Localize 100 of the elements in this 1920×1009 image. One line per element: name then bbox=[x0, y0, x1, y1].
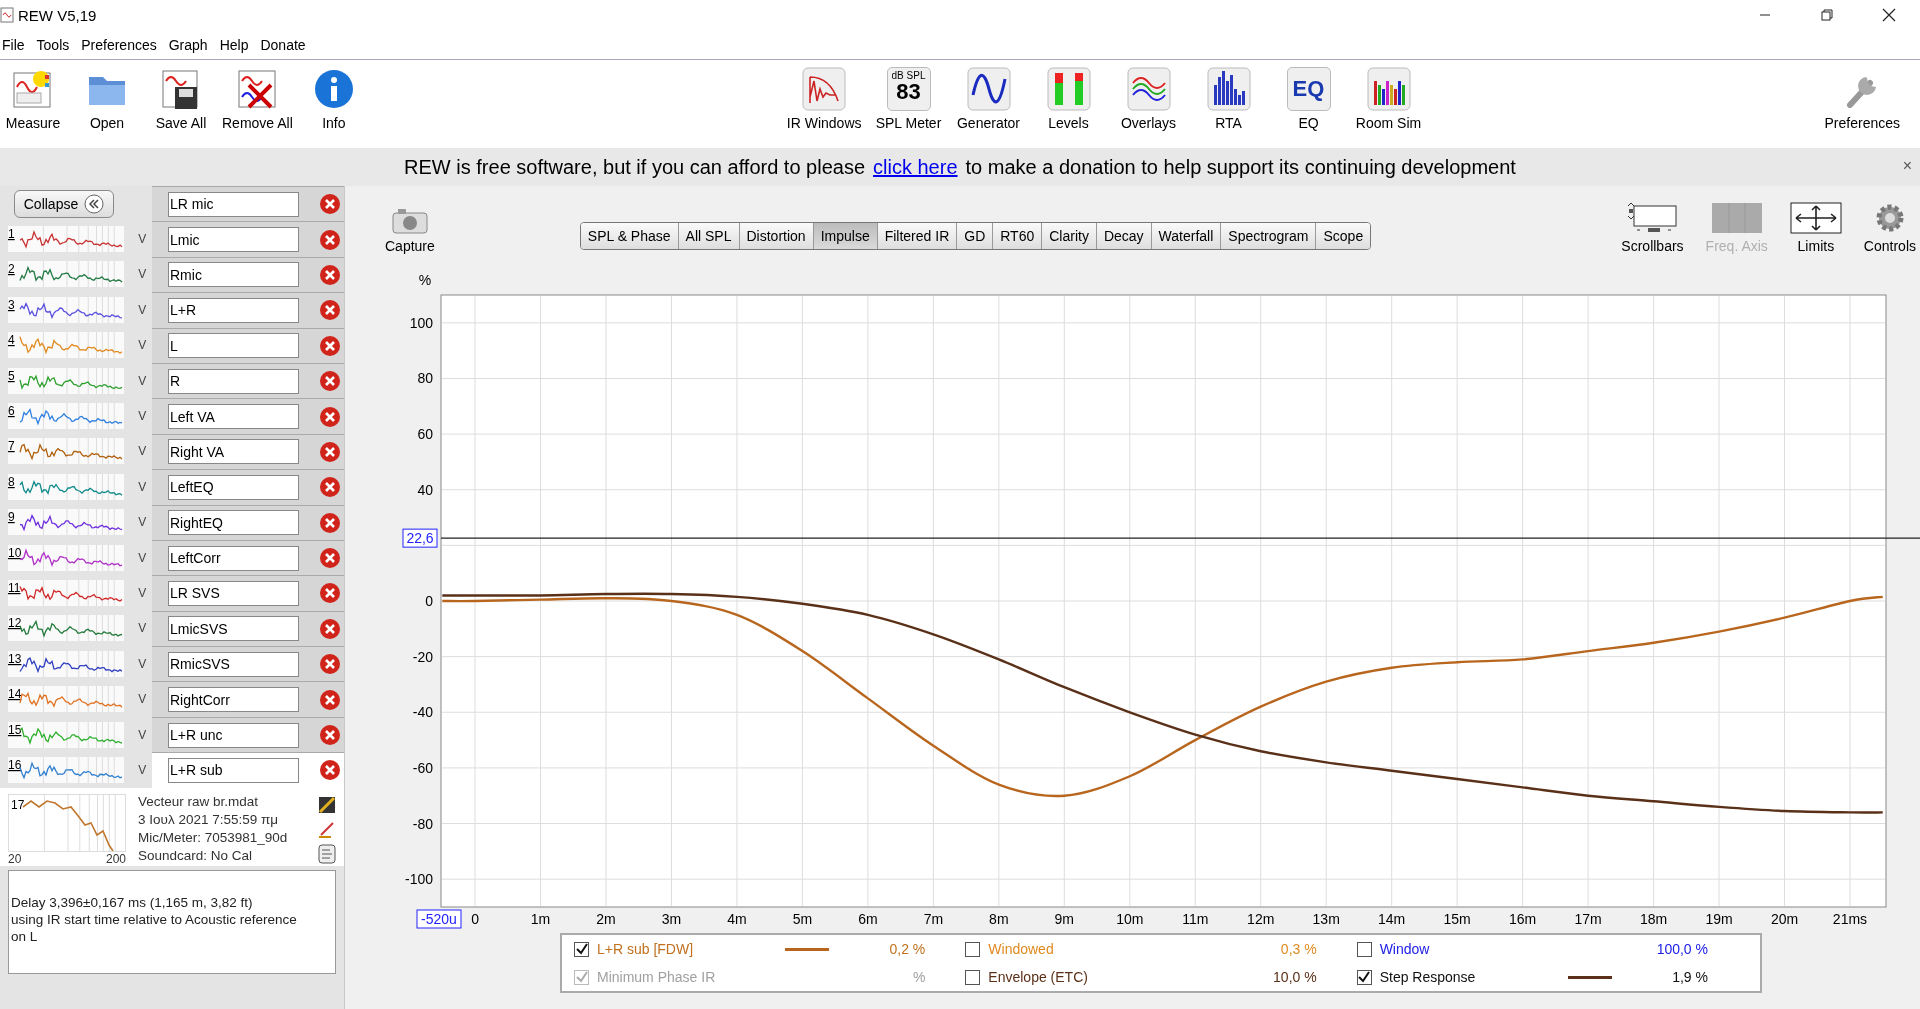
menu-item[interactable]: Donate bbox=[260, 36, 306, 53]
delete-icon[interactable] bbox=[319, 511, 341, 534]
toolbar-button[interactable]: Measure bbox=[0, 67, 66, 131]
legend-checkbox[interactable] bbox=[965, 969, 981, 985]
toolbar-button[interactable]: IR Windows bbox=[786, 67, 862, 131]
legend-checkbox[interactable] bbox=[965, 941, 981, 957]
toolbar-button[interactable]: EQ EQ bbox=[1275, 67, 1342, 131]
toolbar-button[interactable]: Open bbox=[74, 67, 140, 131]
menu-item[interactable]: File bbox=[2, 36, 25, 53]
measurement-thumbnail[interactable]: 8 bbox=[8, 473, 125, 500]
menu-item[interactable]: Tools bbox=[36, 36, 70, 53]
measurement-thumbnail[interactable]: 16 bbox=[8, 756, 125, 783]
graph-tab[interactable]: GD bbox=[957, 223, 994, 249]
capture-button[interactable]: Capture bbox=[385, 208, 435, 254]
measurement-tab[interactable]: L bbox=[152, 327, 344, 363]
delete-icon[interactable] bbox=[319, 653, 341, 676]
graph-tab[interactable]: Decay bbox=[1096, 223, 1152, 249]
graph-tab[interactable]: All SPL bbox=[678, 223, 740, 249]
name-field[interactable]: RmicSVS bbox=[168, 651, 299, 677]
measurement-thumbnail[interactable]: 9 bbox=[8, 509, 125, 536]
name-field[interactable]: L+R sub bbox=[168, 757, 299, 783]
toolbar-button[interactable]: dB SPL 83 SPL Meter bbox=[875, 67, 942, 131]
graph-tool-button[interactable]: Controls bbox=[1863, 202, 1916, 254]
name-field[interactable]: Rmic bbox=[168, 262, 299, 288]
measurement-tab[interactable]: L+R sub bbox=[152, 752, 344, 788]
toolbar-button[interactable]: RTA bbox=[1195, 67, 1262, 131]
menu-item[interactable]: Preferences bbox=[81, 36, 157, 53]
name-field[interactable]: LmicSVS bbox=[168, 616, 299, 642]
name-field[interactable]: LeftEQ bbox=[168, 474, 299, 500]
graph-tab[interactable]: Distortion bbox=[739, 223, 814, 249]
measurement-thumbnail[interactable]: 5 bbox=[8, 367, 125, 394]
toolbar-button[interactable]: Save All bbox=[148, 67, 214, 131]
measurement-tab[interactable]: LeftCorr bbox=[152, 539, 344, 576]
measurement-thumbnail[interactable]: 15 bbox=[8, 721, 125, 748]
delete-icon[interactable] bbox=[319, 263, 341, 286]
measurement-thumbnail[interactable]: 11 bbox=[8, 580, 125, 606]
name-field[interactable]: Right VA bbox=[168, 439, 299, 465]
measurement-thumbnail[interactable]: 14 bbox=[8, 686, 125, 713]
measurement-thumbnail[interactable]: 13 bbox=[8, 650, 125, 677]
graph-tab[interactable]: Impulse bbox=[813, 223, 878, 249]
delete-icon[interactable] bbox=[319, 547, 341, 570]
measurement-thumbnail[interactable]: 4 bbox=[8, 332, 125, 359]
measurement-tab[interactable]: R bbox=[152, 362, 344, 399]
delete-icon[interactable] bbox=[319, 405, 341, 428]
graph-tab[interactable]: Clarity bbox=[1042, 223, 1097, 249]
toolbar-button[interactable]: Remove All bbox=[222, 67, 293, 131]
menu-item[interactable]: Graph bbox=[168, 36, 208, 53]
measurement-thumbnail[interactable]: 10 bbox=[8, 544, 125, 571]
delete-icon[interactable] bbox=[319, 370, 341, 393]
measurement-tab[interactable]: LmicSVS bbox=[152, 610, 344, 647]
measurement-tab[interactable]: Rmic bbox=[152, 256, 344, 293]
measurement-thumbnail[interactable]: 12 bbox=[8, 615, 125, 642]
toolbar-button[interactable]: Room Sim bbox=[1355, 67, 1422, 131]
graph-tool-button[interactable]: Scrollbars bbox=[1621, 202, 1684, 254]
delete-icon[interactable] bbox=[319, 476, 341, 499]
toolbar-button[interactable]: Preferences bbox=[1824, 67, 1900, 131]
delete-icon[interactable] bbox=[319, 582, 341, 605]
graph-tab[interactable]: RT60 bbox=[993, 223, 1043, 249]
toolbar-button[interactable]: Info bbox=[300, 67, 367, 131]
measurement-thumbnail[interactable]: 2 bbox=[8, 261, 125, 288]
graph-tab[interactable]: Filtered IR bbox=[877, 223, 958, 249]
toolbar-button[interactable]: Generator bbox=[955, 67, 1022, 131]
measurement-thumbnail[interactable]: 6 bbox=[8, 403, 125, 430]
measurement-thumbnail[interactable]: 3 bbox=[8, 296, 125, 323]
notes-icon[interactable] bbox=[318, 843, 336, 864]
measurement-tab[interactable]: LR SVS bbox=[152, 575, 344, 611]
name-field[interactable]: L+R unc bbox=[168, 722, 299, 748]
measurement-tab[interactable]: RightEQ bbox=[152, 504, 344, 540]
delete-icon[interactable] bbox=[319, 299, 341, 322]
measurement-thumbnail[interactable]: 1 bbox=[8, 226, 125, 253]
measurement-tab[interactable]: RmicSVS bbox=[152, 646, 344, 682]
name-field[interactable]: LR SVS bbox=[168, 581, 299, 606]
name-field[interactable]: R bbox=[168, 368, 299, 394]
delete-icon[interactable] bbox=[319, 228, 341, 251]
donation-link[interactable]: click here bbox=[873, 155, 958, 178]
name-field[interactable]: L bbox=[168, 333, 299, 359]
legend-checkbox[interactable] bbox=[574, 941, 589, 957]
legend-checkbox[interactable] bbox=[1356, 941, 1372, 957]
name-field[interactable]: Left VA bbox=[168, 404, 299, 430]
measurement-tab[interactable]: Left VA bbox=[152, 398, 344, 434]
toolbar-button[interactable]: Levels bbox=[1035, 67, 1102, 131]
name-field[interactable]: Lmic bbox=[168, 227, 299, 253]
legend-checkbox[interactable] bbox=[1356, 969, 1372, 985]
measurement-thumbnail[interactable]: 7 bbox=[8, 438, 125, 465]
graph-tab[interactable]: SPL & Phase bbox=[580, 223, 679, 249]
measurement-tab[interactable]: Lmic bbox=[152, 221, 344, 257]
menu-item[interactable]: Help bbox=[219, 36, 249, 53]
graph-tab[interactable]: Waterfall bbox=[1151, 223, 1222, 249]
name-field[interactable]: RightEQ bbox=[168, 510, 299, 536]
pencil-icon[interactable] bbox=[318, 819, 336, 838]
delete-icon[interactable] bbox=[319, 440, 341, 463]
collapse-button[interactable]: Collapse bbox=[14, 189, 114, 218]
measurement-tab[interactable]: L+R unc bbox=[152, 716, 344, 753]
delete-icon[interactable] bbox=[319, 617, 341, 640]
measurement-tab[interactable]: RightCorr bbox=[152, 681, 344, 717]
toolbar-button[interactable]: Overlays bbox=[1115, 67, 1182, 131]
graph-tab[interactable]: Spectrogram bbox=[1221, 223, 1317, 249]
measurement-tab[interactable]: L+R bbox=[152, 292, 344, 328]
delete-icon[interactable] bbox=[319, 193, 341, 216]
name-field[interactable]: LR mic bbox=[168, 191, 299, 217]
